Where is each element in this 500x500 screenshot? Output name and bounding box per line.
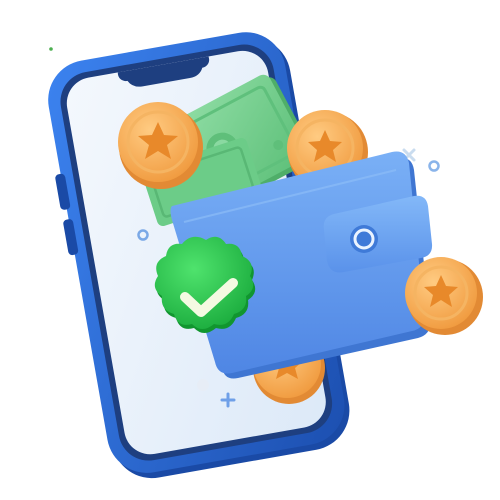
illustration-canvas [0,0,500,500]
illustration-svg [48,32,483,479]
